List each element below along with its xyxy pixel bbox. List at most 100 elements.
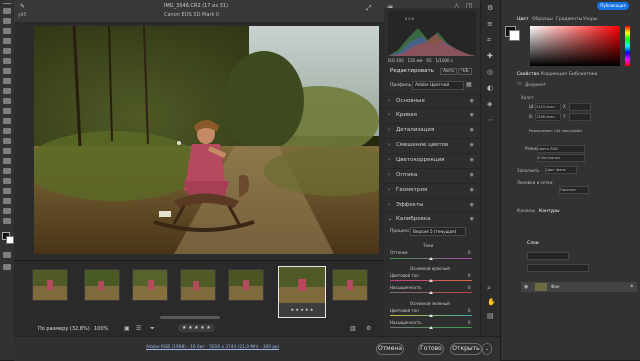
- tint-value[interactable]: 0: [468, 250, 471, 255]
- width-field[interactable]: 2443 пикс.: [535, 103, 561, 111]
- gear-icon[interactable]: ⚙: [487, 4, 493, 12]
- eye-icon[interactable]: ◉: [470, 172, 474, 178]
- filter-icon[interactable]: ⏷: [150, 325, 155, 333]
- red-sat-value[interactable]: 0: [468, 285, 471, 290]
- bw-button[interactable]: Ч/Б: [458, 68, 472, 75]
- section-color-grading[interactable]: › Цветокоррекция ◉: [384, 153, 480, 168]
- profile-browser-icon[interactable]: ▦: [466, 81, 472, 88]
- tab-layers[interactable]: Слои: [527, 241, 539, 246]
- color-picker-field[interactable]: [530, 26, 620, 66]
- eye-icon[interactable]: ◉: [470, 202, 474, 208]
- cancel-button[interactable]: Отмена: [376, 343, 404, 355]
- tab-channels[interactable]: Каналы: [517, 209, 535, 214]
- bg-color-chip[interactable]: [509, 30, 520, 41]
- quick-mask-icon[interactable]: [3, 252, 11, 258]
- dodge-tool-icon[interactable]: [3, 148, 11, 154]
- red-sat-slider-knob[interactable]: [429, 291, 433, 294]
- eye-icon[interactable]: ◉: [470, 157, 474, 163]
- type-tool-icon[interactable]: [3, 168, 11, 174]
- zoom-fit-select[interactable]: По размеру (32,8%): [38, 326, 90, 332]
- settings-icon[interactable]: ⚙: [366, 325, 371, 333]
- tools-collapse-icon[interactable]: [3, 3, 11, 4]
- section-curve[interactable]: › Кривая ◉: [384, 108, 480, 123]
- blur-tool-icon[interactable]: [3, 138, 11, 144]
- layer-filter-select[interactable]: [527, 252, 569, 260]
- stamp-tool-icon[interactable]: [3, 98, 11, 104]
- eraser-tool-icon[interactable]: [3, 118, 11, 124]
- more-icon[interactable]: ⋯: [487, 116, 494, 124]
- tint-slider-knob[interactable]: [429, 257, 433, 260]
- zoom-100-select[interactable]: 100%: [94, 326, 108, 332]
- gradient-tool-icon[interactable]: [3, 128, 11, 134]
- filmstrip-thumb[interactable]: [180, 269, 216, 301]
- filmstrip-thumb[interactable]: [132, 269, 168, 301]
- section-calibration[interactable]: ⌄ Калибровка ◉: [384, 212, 480, 227]
- brush-tool-icon[interactable]: [3, 88, 11, 94]
- auto-button[interactable]: Авто: [440, 68, 458, 75]
- star-rating[interactable]: ★ ★ ★ ★ ★: [178, 324, 215, 332]
- publish-button[interactable]: Публикация: [597, 2, 629, 10]
- photo-preview[interactable]: [34, 26, 379, 254]
- magic-wand-tool-icon[interactable]: [3, 38, 11, 44]
- mask-icon[interactable]: ◐: [487, 84, 493, 92]
- eyedropper-tool-icon[interactable]: [3, 68, 11, 74]
- healing-tool-icon[interactable]: [3, 78, 11, 84]
- tab-properties[interactable]: Свойства: [517, 72, 539, 77]
- hue-slider[interactable]: [625, 26, 630, 66]
- toggle-overlay-icon[interactable]: ▤: [487, 312, 494, 320]
- visibility-eye-icon[interactable]: ◉: [524, 283, 528, 291]
- eye-icon[interactable]: ◉: [470, 98, 474, 104]
- path-select-tool-icon[interactable]: [3, 178, 11, 184]
- marquee-tool-icon[interactable]: [3, 18, 11, 24]
- tab-gradients[interactable]: Градиенты: [556, 17, 582, 22]
- presets-icon[interactable]: ◈: [487, 100, 492, 108]
- sort-icon[interactable]: ☰: [136, 325, 141, 333]
- shape-tool-icon[interactable]: [3, 188, 11, 194]
- hand-tool-icon[interactable]: ✎: [20, 3, 30, 11]
- layer-row[interactable]: ◉ Фон 🔒︎: [521, 282, 637, 292]
- section-color-mixer[interactable]: › Смешение цветов ◉: [384, 138, 480, 153]
- eye-icon[interactable]: ◉: [470, 142, 474, 148]
- profile-select[interactable]: Adobe Цветной: [412, 81, 464, 90]
- green-sat-slider-knob[interactable]: [429, 326, 433, 329]
- fill-select[interactable]: Цвет фона: [545, 166, 577, 174]
- eye-icon[interactable]: ◉: [470, 127, 474, 133]
- tab-color[interactable]: Цвет: [517, 17, 529, 22]
- y-field[interactable]: [569, 113, 591, 121]
- green-hue-slider-knob[interactable]: [429, 314, 433, 317]
- filmstrip-thumb[interactable]: [332, 269, 368, 301]
- history-brush-tool-icon[interactable]: [3, 108, 11, 114]
- tab-libraries[interactable]: Библиотеки: [569, 72, 597, 77]
- process-select[interactable]: Версия 5 (текущая): [410, 227, 466, 236]
- hand-icon[interactable]: ✋: [487, 298, 496, 306]
- red-eye-icon[interactable]: ◎: [487, 68, 493, 76]
- hand-tool-icon[interactable]: [3, 198, 11, 204]
- screen-mode-icon[interactable]: [3, 264, 11, 270]
- eye-icon[interactable]: ◉: [470, 112, 474, 118]
- done-button[interactable]: Готово: [418, 343, 444, 355]
- filmstrip-thumb[interactable]: [228, 269, 264, 301]
- tab-patterns[interactable]: Узоры: [583, 17, 597, 22]
- tab-adjustments[interactable]: Коррекция: [541, 72, 567, 77]
- compare-view-icon[interactable]: ▥: [350, 325, 356, 333]
- filmstrip-thumb[interactable]: [32, 269, 68, 301]
- thumb-rating[interactable]: ★ ★ ★ ★ ★: [279, 307, 325, 312]
- zoom-icon[interactable]: ⌕: [487, 284, 491, 292]
- tab-paths[interactable]: Контуры: [539, 209, 560, 214]
- mode-select[interactable]: Цвета RGB: [537, 145, 585, 153]
- frame-tool-icon[interactable]: [3, 58, 11, 64]
- background-color-swatch[interactable]: [6, 236, 14, 244]
- green-hue-value[interactable]: 0: [468, 308, 471, 313]
- open-options-chevron-icon[interactable]: ⌄: [482, 343, 492, 355]
- eye-icon[interactable]: ◉: [470, 216, 474, 222]
- lasso-tool-icon[interactable]: [3, 28, 11, 34]
- crop-tool-icon[interactable]: [3, 48, 11, 54]
- more-tools-icon[interactable]: [3, 218, 11, 224]
- filmstrip-view-icon[interactable]: ▣: [124, 325, 130, 333]
- pen-tool-icon[interactable]: [3, 158, 11, 164]
- section-basic[interactable]: › Основные ◉: [384, 94, 480, 109]
- sliders-icon[interactable]: ≡: [487, 20, 493, 28]
- tab-swatches[interactable]: Образцы: [532, 17, 553, 22]
- workflow-options-link[interactable]: Adobe RGB (1998) - 16 бит - 5616 x 3744 …: [146, 345, 279, 350]
- spot-removal-icon[interactable]: ✚: [487, 52, 493, 60]
